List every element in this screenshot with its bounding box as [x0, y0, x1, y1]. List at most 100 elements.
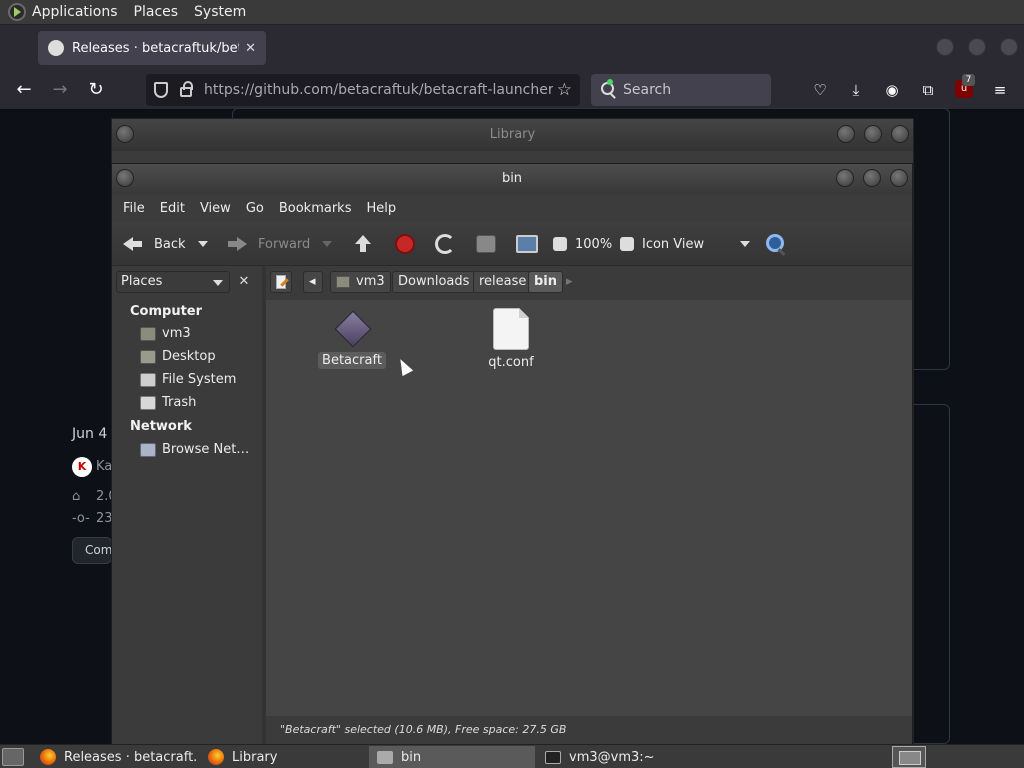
task-terminal[interactable]: vm3@vm3:~ [537, 746, 703, 768]
search-input[interactable]: Search [591, 74, 771, 106]
path-crumb-vm3[interactable]: vm3 [330, 271, 391, 293]
pocket-icon[interactable]: ♡ [810, 80, 830, 100]
places-menu[interactable]: Places [134, 4, 179, 20]
back-history-dropdown[interactable] [197, 241, 208, 247]
author-name[interactable]: Ka [96, 459, 112, 474]
window-menu-button[interactable] [116, 169, 134, 187]
minimize-window-button[interactable] [936, 38, 954, 56]
lock-icon[interactable] [180, 81, 193, 97]
toggle-location-entry-button[interactable] [270, 271, 292, 293]
reload-icon[interactable]: ↻ [84, 78, 108, 102]
forward-button[interactable]: Forward [226, 232, 333, 256]
sidebar-mode-select[interactable]: Places [116, 271, 230, 293]
tracking-shield-icon[interactable] [154, 82, 168, 98]
close-sidebar-icon[interactable]: ✕ [234, 271, 254, 293]
path-scroll-right-button[interactable]: ▸ [560, 271, 580, 293]
ublock-count-badge: 7 [962, 74, 975, 86]
task-firefox-releases[interactable]: Releases · betacraft... [32, 746, 198, 768]
minimize-button[interactable] [836, 169, 854, 187]
forward-label: Forward [258, 236, 311, 252]
minimize-button[interactable] [837, 125, 855, 143]
forward-history-dropdown[interactable] [322, 241, 333, 247]
system-menu[interactable]: System [194, 4, 246, 20]
sidebar-item-label: Desktop [162, 349, 216, 364]
browser-tab[interactable]: Releases · betacraftuk/beta ✕ [38, 31, 266, 65]
workspace-switcher[interactable] [892, 746, 926, 768]
sidebar-item-desktop[interactable]: Desktop [140, 349, 260, 364]
forward-arrow-icon[interactable]: → [48, 78, 72, 102]
file-manager-window: bin File Edit View Go Bookmarks Help Bac… [111, 163, 913, 744]
sidebar-heading-computer: Computer [130, 304, 203, 319]
toolbar: Back Forward 100% Icon View [112, 222, 912, 266]
menu-bookmarks[interactable]: Bookmarks [272, 201, 359, 216]
file-icon-view[interactable]: Betacraft qt.conf [266, 300, 912, 716]
back-button[interactable]: Back [122, 232, 208, 256]
zoom-in-icon[interactable] [620, 237, 634, 251]
maximize-button[interactable] [864, 125, 882, 143]
account-icon[interactable]: ◉ [882, 80, 902, 100]
close-button[interactable] [891, 125, 909, 143]
show-desktop-button[interactable] [2, 748, 24, 766]
url-text[interactable]: https://github.com/betacraftuk/betacraft… [204, 82, 553, 98]
file-name: Betacraft [318, 352, 386, 369]
task-library[interactable]: Library [200, 746, 366, 768]
hamburger-menu-icon[interactable]: ≡ [990, 80, 1010, 100]
browser-nav-bar: ← → ↻ https://github.com/betacraftuk/bet… [0, 70, 1024, 110]
menu-view[interactable]: View [193, 201, 238, 216]
folder-icon [377, 750, 393, 764]
chevron-down-icon [213, 280, 223, 286]
home-button[interactable] [476, 232, 496, 256]
stop-button[interactable] [395, 232, 415, 256]
search-button[interactable] [766, 232, 786, 256]
sidebar-item-trash[interactable]: Trash [140, 395, 260, 410]
downloads-icon[interactable]: ⤓ [846, 80, 866, 100]
sidebar-item-file-system[interactable]: File System [140, 372, 260, 387]
commit-icon: -o- [72, 511, 90, 526]
close-tab-icon[interactable]: ✕ [245, 41, 256, 56]
compare-button[interactable]: Compare [72, 537, 112, 564]
firefox-icon [208, 749, 224, 765]
zoom-out-icon[interactable] [553, 237, 567, 251]
author-avatar[interactable]: K [72, 457, 92, 477]
path-crumb-downloads[interactable]: Downloads [392, 271, 476, 293]
sidebar-item-vm3[interactable]: vm3 [140, 326, 260, 341]
window-menu-button[interactable] [116, 125, 134, 143]
up-button[interactable] [353, 232, 373, 256]
file-manager-title-bar[interactable]: bin [112, 164, 912, 194]
applications-menu[interactable]: Applications [32, 4, 118, 20]
path-bar: ◂ vm3 Downloads release bin ▸ [266, 266, 912, 300]
back-arrow-icon[interactable]: ← [12, 78, 36, 102]
zoom-control[interactable]: 100% [553, 232, 612, 256]
path-crumb-label: Downloads [398, 274, 470, 289]
url-bar[interactable]: https://github.com/betacraftuk/betacraft… [146, 74, 580, 106]
file-item-betacraft[interactable]: Betacraft [297, 310, 407, 369]
computer-button[interactable] [516, 232, 538, 256]
computer-icon [516, 235, 538, 253]
reload-button[interactable] [435, 232, 455, 256]
path-crumb-release[interactable]: release [473, 271, 533, 293]
menu-go[interactable]: Go [239, 201, 271, 216]
task-bin[interactable]: bin [369, 746, 535, 768]
file-item-qt-conf[interactable]: qt.conf [456, 308, 566, 371]
path-crumb-bin[interactable]: bin [528, 271, 564, 293]
task-label: Library [232, 749, 278, 765]
maximize-button[interactable] [863, 169, 881, 187]
extensions-icon[interactable]: ⧉ [918, 80, 938, 100]
sidebar-item-browse-network[interactable]: Browse Net… [140, 442, 260, 457]
home-folder-icon [476, 235, 496, 253]
path-scroll-left-button[interactable]: ◂ [303, 271, 323, 293]
bookmark-star-icon[interactable]: ☆ [557, 80, 572, 100]
menu-file[interactable]: File [116, 201, 152, 216]
close-window-button[interactable] [1000, 38, 1018, 56]
maximize-window-button[interactable] [968, 38, 986, 56]
task-label: Releases · betacraft... [64, 749, 198, 765]
close-button[interactable] [890, 169, 908, 187]
browser-tab-bar: Releases · betacraftuk/beta ✕ [0, 25, 1024, 70]
menu-help[interactable]: Help [359, 201, 403, 216]
menu-edit[interactable]: Edit [153, 201, 192, 216]
view-mode-select[interactable]: Icon View [620, 232, 751, 256]
forward-arrow-icon [226, 233, 248, 255]
library-title-bar[interactable]: Library [112, 119, 913, 151]
distro-menu-icon[interactable] [8, 3, 26, 21]
home-folder-icon [336, 276, 350, 288]
